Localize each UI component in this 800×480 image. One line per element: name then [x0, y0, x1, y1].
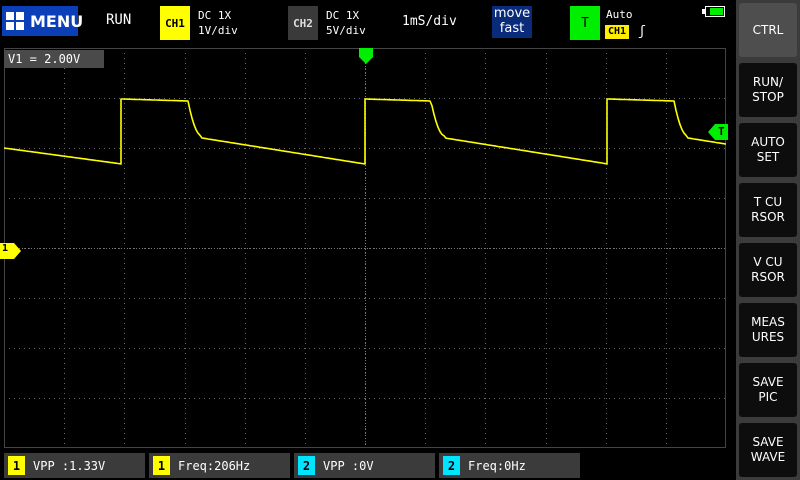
ch1-coupling: DC 1X [198, 9, 232, 22]
ch1-settings[interactable]: DC 1X 1V/div [198, 8, 238, 38]
ch1-tag[interactable]: CH1 [160, 6, 190, 40]
measurement-value: VPP :0V [323, 458, 374, 473]
trigger-tag[interactable]: T [570, 6, 600, 40]
channel-badge: 1 [8, 456, 25, 475]
grid-icon [6, 12, 24, 30]
rising-edge-icon: ʃ [638, 24, 646, 39]
measurement-ch1-vpp[interactable]: 1 VPP :1.33V [4, 453, 145, 478]
side-control-panel: CTRL RUN/ STOP AUTO SET T CU RSOR V CU R… [736, 0, 800, 480]
save-pic-button[interactable]: SAVE PIC [739, 363, 797, 417]
ch1-offset-marker[interactable]: 1 [0, 243, 22, 259]
ch1-offset-label: 1 [2, 243, 9, 254]
channel-badge: 1 [153, 456, 170, 475]
menu-button[interactable]: MENU [2, 6, 83, 36]
measurement-bar: 1 VPP :1.33V 1 Freq:206Hz 2 VPP :0V 2 Fr… [0, 450, 736, 480]
v1-cursor-readout: V1 = 2.00V [4, 50, 104, 68]
ch2-tag[interactable]: CH2 [288, 6, 318, 40]
move-speed-toggle[interactable]: move fast [492, 6, 532, 38]
trigger-position-marker[interactable] [359, 48, 373, 64]
waveform-grid [4, 48, 726, 448]
move-label: move [493, 6, 531, 21]
ch2-scale: 5V/div [326, 24, 366, 37]
trigger-position-arrow-icon [359, 48, 373, 64]
run-stop-button[interactable]: RUN/ STOP [739, 63, 797, 117]
run-state-indicator[interactable]: RUN [106, 12, 131, 28]
trigger-mode[interactable]: Auto [606, 8, 633, 21]
ctrl-button[interactable]: CTRL [739, 3, 797, 57]
measurement-ch2-freq[interactable]: 2 Freq:0Hz [439, 453, 580, 478]
channel-badge: 2 [298, 456, 315, 475]
ch2-settings[interactable]: DC 1X 5V/div [326, 8, 366, 38]
timebase-readout[interactable]: 1mS/div [402, 14, 457, 29]
menu-label: MENU [30, 11, 84, 31]
measurement-value: Freq:206Hz [178, 458, 251, 473]
battery-icon [702, 6, 725, 17]
ch1-waveform-trace [4, 98, 726, 165]
trigger-level-marker[interactable]: T [708, 124, 728, 140]
measurement-ch1-freq[interactable]: 1 Freq:206Hz [149, 453, 290, 478]
measurement-ch2-vpp[interactable]: 2 VPP :0V [294, 453, 435, 478]
ch1-scale: 1V/div [198, 24, 238, 37]
waveform-display[interactable] [4, 48, 726, 448]
save-wave-button[interactable]: SAVE WAVE [739, 423, 797, 477]
measurement-value: VPP :1.33V [33, 458, 106, 473]
trigger-source-badge[interactable]: CH1 [605, 25, 630, 39]
auto-set-button[interactable]: AUTO SET [739, 123, 797, 177]
move-speed-label: fast [499, 21, 525, 36]
channel-badge: 2 [443, 456, 460, 475]
t-cursor-button[interactable]: T CU RSOR [739, 183, 797, 237]
measurement-value: Freq:0Hz [468, 458, 526, 473]
status-bar: MENU RUN CH1 DC 1X 1V/div CH2 DC 1X 5V/d… [0, 0, 736, 44]
v-cursor-button[interactable]: V CU RSOR [739, 243, 797, 297]
trigger-level-label: T [718, 125, 725, 138]
measures-button[interactable]: MEAS URES [739, 303, 797, 357]
ch2-coupling: DC 1X [326, 9, 360, 22]
